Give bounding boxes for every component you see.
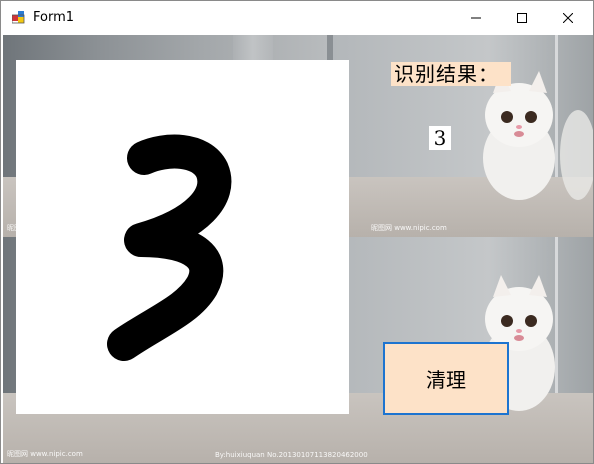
- form-window: Form1 昵图网 www.nipic.com 昵图网 www.nipic.co…: [0, 0, 594, 464]
- watermark-bottom-right: By:huixiuquan No.20130107113820462000: [215, 451, 368, 459]
- clear-button[interactable]: 清理: [383, 342, 509, 415]
- watermark-bottom-left: 昵图网 www.nipic.com: [7, 450, 83, 458]
- titlebar[interactable]: Form1: [1, 1, 593, 35]
- handwritten-digit-stroke: [107, 134, 232, 361]
- close-button[interactable]: [545, 1, 591, 35]
- watermark-left-2: 昵图网 www.nipic.com: [371, 224, 447, 232]
- drawing-canvas[interactable]: [16, 60, 349, 414]
- minimize-button[interactable]: [453, 1, 499, 35]
- minimize-icon: [471, 17, 481, 19]
- app-icon: [12, 11, 25, 24]
- result-value: 3: [429, 126, 451, 150]
- form-client-area: 昵图网 www.nipic.com 昵图网 www.nipic.com 昵图网 …: [3, 35, 593, 463]
- close-icon: [563, 13, 573, 23]
- maximize-button[interactable]: [499, 1, 545, 35]
- maximize-icon: [517, 13, 527, 23]
- result-label: 识别结果：: [391, 62, 511, 86]
- window-title: Form1: [33, 10, 75, 25]
